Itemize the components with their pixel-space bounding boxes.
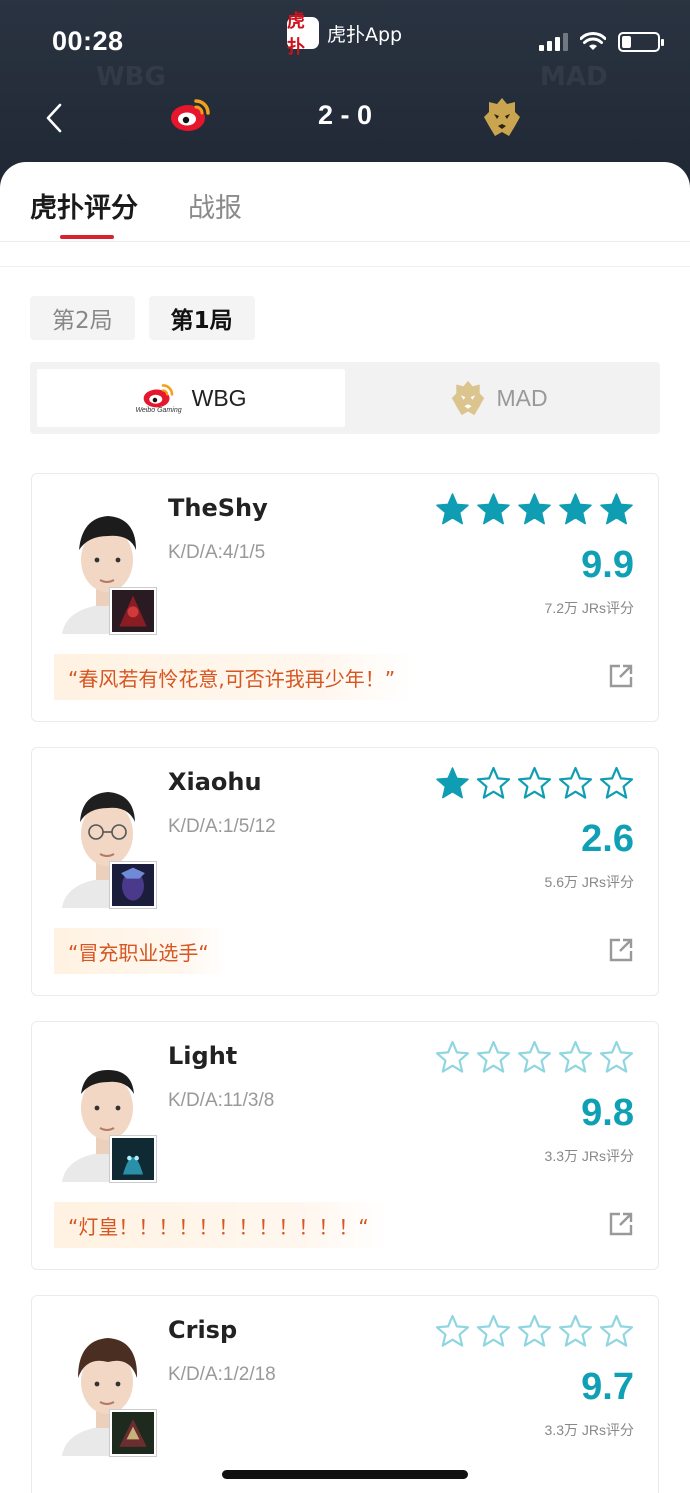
player-name: Crisp <box>168 1316 238 1344</box>
share-icon[interactable] <box>608 937 634 963</box>
star-outline-icon[interactable] <box>558 1314 593 1349</box>
star-outline-icon[interactable] <box>517 766 552 801</box>
rating-stars[interactable] <box>435 766 634 801</box>
star-filled-icon[interactable] <box>558 492 593 527</box>
star-filled-icon[interactable] <box>517 492 552 527</box>
star-outline-icon[interactable] <box>435 1314 470 1349</box>
section-divider <box>0 242 690 267</box>
match-score: 2 - 0 <box>317 100 373 130</box>
star-outline-icon[interactable] <box>558 1040 593 1075</box>
wbg-logo-caption: Weibo Gaming <box>135 406 182 414</box>
player-card[interactable]: Light K/D/A:11/3/8 9.8 3.3万 JRs评分 “灯皇！！！… <box>31 1021 659 1270</box>
top-comment[interactable]: “冒充职业选手“ <box>54 928 227 974</box>
home-indicator <box>222 1470 468 1479</box>
star-outline-icon[interactable] <box>517 1040 552 1075</box>
star-outline-icon[interactable] <box>599 766 634 801</box>
champion-icon <box>110 1136 156 1182</box>
status-icons <box>539 32 664 52</box>
star-outline-icon[interactable] <box>599 1040 634 1075</box>
round-selector: 第2局 第1局 <box>30 296 255 340</box>
round-1-button[interactable]: 第1局 <box>148 296 255 340</box>
player-card[interactable]: Xiaohu K/D/A:1/5/12 2.6 5.6万 JRs评分 “冒充职业… <box>31 747 659 996</box>
star-outline-icon[interactable] <box>599 1314 634 1349</box>
rating-stars[interactable] <box>435 492 634 527</box>
mad-lion-logo-icon[interactable] <box>482 96 522 138</box>
hupu-logo-icon: 虎扑 <box>287 11 319 58</box>
rating-count: 5.6万 JRs评分 <box>544 874 634 890</box>
rating-count: 3.3万 JRs评分 <box>544 1148 634 1164</box>
player-kda: K/D/A:4/1/5 <box>168 542 266 563</box>
tab-bar: 虎扑评分 战报 <box>0 162 690 242</box>
player-name: TheShy <box>168 494 268 522</box>
player-rating: 2.6 <box>581 818 634 860</box>
back-button[interactable] <box>34 96 74 140</box>
rating-stars[interactable] <box>435 1040 634 1075</box>
round-2-button[interactable]: 第2局 <box>30 296 135 340</box>
player-rating: 9.8 <box>581 1092 634 1134</box>
player-name: Light <box>168 1042 238 1070</box>
team-tab-mad[interactable]: MAD <box>345 369 653 427</box>
star-outline-icon[interactable] <box>517 1314 552 1349</box>
active-tab-indicator <box>60 235 114 239</box>
tab-match-report[interactable]: 战报 <box>188 186 242 225</box>
star-filled-icon[interactable] <box>435 766 470 801</box>
player-card[interactable]: Crisp K/D/A:1/2/18 9.7 3.3万 JRs评分 <box>31 1295 659 1493</box>
wifi-icon <box>580 32 606 50</box>
star-outline-icon[interactable] <box>476 766 511 801</box>
mad-mini-logo-icon <box>452 380 485 416</box>
player-name: Xiaohu <box>168 768 262 796</box>
cellular-signal-icon <box>539 33 568 51</box>
battery-icon <box>618 32 664 52</box>
player-kda: K/D/A:1/5/12 <box>168 816 276 837</box>
team-name-wbg: WBG <box>191 384 247 411</box>
mad-watermark: MAD <box>540 62 608 92</box>
star-outline-icon[interactable] <box>476 1040 511 1075</box>
player-kda: K/D/A:11/3/8 <box>168 1090 275 1111</box>
rating-count: 3.3万 JRs评分 <box>544 1422 634 1438</box>
app-indicator[interactable]: 虎扑 虎扑App <box>287 11 403 58</box>
star-outline-icon[interactable] <box>476 1314 511 1349</box>
star-outline-icon[interactable] <box>558 766 593 801</box>
champion-icon <box>110 1410 156 1456</box>
wbg-watermark: WBG <box>96 62 166 92</box>
share-icon[interactable] <box>608 1211 634 1237</box>
chevron-left-icon <box>46 103 62 133</box>
top-comment[interactable]: “春风若有怜花意,可否许我再少年！” <box>54 654 414 700</box>
status-time: 00:28 <box>52 26 124 56</box>
star-filled-icon[interactable] <box>435 492 470 527</box>
champion-icon <box>110 862 156 908</box>
share-icon[interactable] <box>608 663 634 689</box>
champion-icon <box>110 588 156 634</box>
rating-count: 7.2万 JRs评分 <box>544 600 634 616</box>
player-kda: K/D/A:1/2/18 <box>168 1364 276 1385</box>
star-outline-icon[interactable] <box>435 1040 470 1075</box>
player-rating: 9.7 <box>581 1366 634 1408</box>
star-filled-icon[interactable] <box>476 492 511 527</box>
tab-hupu-rating[interactable]: 虎扑评分 <box>30 186 138 225</box>
wbg-mini-logo-icon: Weibo Gaming <box>135 383 182 414</box>
rating-stars[interactable] <box>435 1314 634 1349</box>
player-card[interactable]: TheShy K/D/A:4/1/5 9.9 7.2万 JRs评分 “春风若有怜… <box>31 473 659 722</box>
team-tab-wbg[interactable]: Weibo Gaming WBG <box>37 369 345 427</box>
top-comment[interactable]: “灯皇！！！！！！！！！！！！“ <box>54 1202 387 1248</box>
wbg-logo-icon[interactable] <box>170 96 212 134</box>
star-filled-icon[interactable] <box>599 492 634 527</box>
player-rating: 9.9 <box>581 544 634 586</box>
team-name-mad: MAD <box>496 384 548 411</box>
app-name: 虎扑App <box>327 23 403 46</box>
team-switcher: Weibo Gaming WBG MAD <box>30 362 660 434</box>
